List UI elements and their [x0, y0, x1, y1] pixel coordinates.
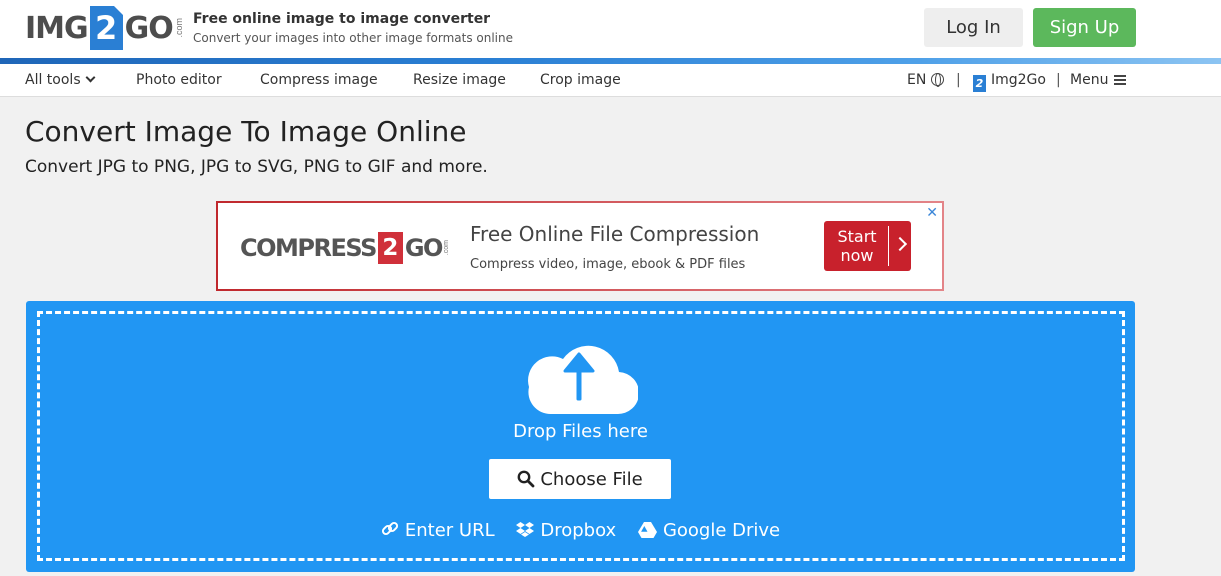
dropbox-icon — [516, 522, 535, 537]
img2go-logo[interactable]: IMG 2 GO .com — [25, 5, 184, 51]
google-drive-link[interactable]: Google Drive — [637, 520, 781, 541]
nav-crop-image[interactable]: Crop image — [540, 72, 621, 88]
login-button[interactable]: Log In — [924, 8, 1023, 47]
menu-label: Menu — [1070, 72, 1109, 88]
ad-logo-text-right: GO — [404, 234, 444, 262]
nav-all-tools-label: All tools — [25, 72, 81, 88]
ad-logo-two-badge: 2 — [377, 232, 403, 264]
logo-two-badge: 2 — [89, 6, 123, 50]
nav-menu[interactable]: Menu — [1070, 72, 1127, 88]
nav-separator: | — [1056, 72, 1061, 88]
nav-img2go-label: Img2Go — [991, 72, 1046, 88]
site-header: IMG 2 GO .com Free online image to image… — [0, 0, 1221, 58]
chevron-right-icon — [892, 236, 908, 252]
chevron-down-icon — [85, 72, 96, 83]
tagline-subtitle: Convert your images into other image for… — [193, 31, 513, 45]
dropbox-label: Dropbox — [540, 520, 617, 541]
upload-sources: Enter URL Dropbox Google Drive — [26, 520, 1135, 541]
link-icon — [381, 521, 398, 536]
nav-img2go[interactable]: 2 Img2Go — [973, 72, 1046, 92]
nav-all-tools[interactable]: All tools — [25, 72, 96, 88]
ad-cta-divider — [888, 226, 889, 266]
nav-resize-image[interactable]: Resize image — [413, 72, 506, 88]
search-icon — [517, 470, 535, 487]
ad-description: Compress video, image, ebook & PDF files — [470, 257, 746, 272]
ad-start-button[interactable]: Start now — [824, 221, 911, 271]
main-nav: All tools Photo editor Compress image Re… — [0, 64, 1221, 97]
choose-file-button[interactable]: Choose File — [489, 459, 671, 499]
google-drive-icon — [637, 522, 657, 538]
nav-compress-image[interactable]: Compress image — [260, 72, 378, 88]
ad-logo-text-left: COMPRESS — [240, 234, 377, 262]
ad-title: Free Online File Compression — [470, 222, 760, 246]
nav-photo-editor[interactable]: Photo editor — [136, 72, 222, 88]
ad-start-line1: Start — [837, 227, 877, 246]
ad-start-line2: now — [840, 246, 874, 265]
logo-com: .com — [173, 18, 184, 38]
hamburger-icon — [1114, 75, 1127, 85]
cloud-upload-icon — [528, 345, 638, 415]
dropbox-link[interactable]: Dropbox — [516, 520, 616, 541]
ad-start-label: Start now — [824, 227, 890, 265]
img2go-icon: 2 — [973, 75, 986, 92]
logo-text-right: GO — [124, 10, 174, 46]
page-title: Convert Image To Image Online — [25, 115, 467, 148]
tagline: Free online image to image converter Con… — [193, 11, 513, 45]
close-icon[interactable]: ✕ — [926, 204, 938, 221]
enter-url-label: Enter URL — [404, 520, 495, 541]
page-subtitle: Convert JPG to PNG, JPG to SVG, PNG to G… — [25, 157, 488, 177]
choose-file-label: Choose File — [540, 468, 643, 490]
language-label: EN — [907, 72, 927, 88]
compress2go-logo: COMPRESS 2 GO .com — [240, 232, 450, 264]
ad-logo-com: .com — [442, 240, 450, 256]
enter-url-link[interactable]: Enter URL — [381, 520, 495, 541]
google-drive-label: Google Drive — [662, 520, 781, 541]
upload-dropzone[interactable]: Drop Files here Choose File Enter URL Dr… — [26, 301, 1135, 572]
ad-banner[interactable]: ✕ COMPRESS 2 GO .com Free Online File Co… — [216, 201, 944, 291]
nav-separator: | — [956, 72, 961, 88]
tagline-title: Free online image to image converter — [193, 11, 491, 27]
signup-button[interactable]: Sign Up — [1033, 8, 1136, 47]
drop-files-text: Drop Files here — [513, 421, 648, 442]
nav-language[interactable]: EN — [907, 72, 945, 88]
logo-text-left: IMG — [25, 10, 89, 46]
globe-icon — [931, 73, 945, 87]
